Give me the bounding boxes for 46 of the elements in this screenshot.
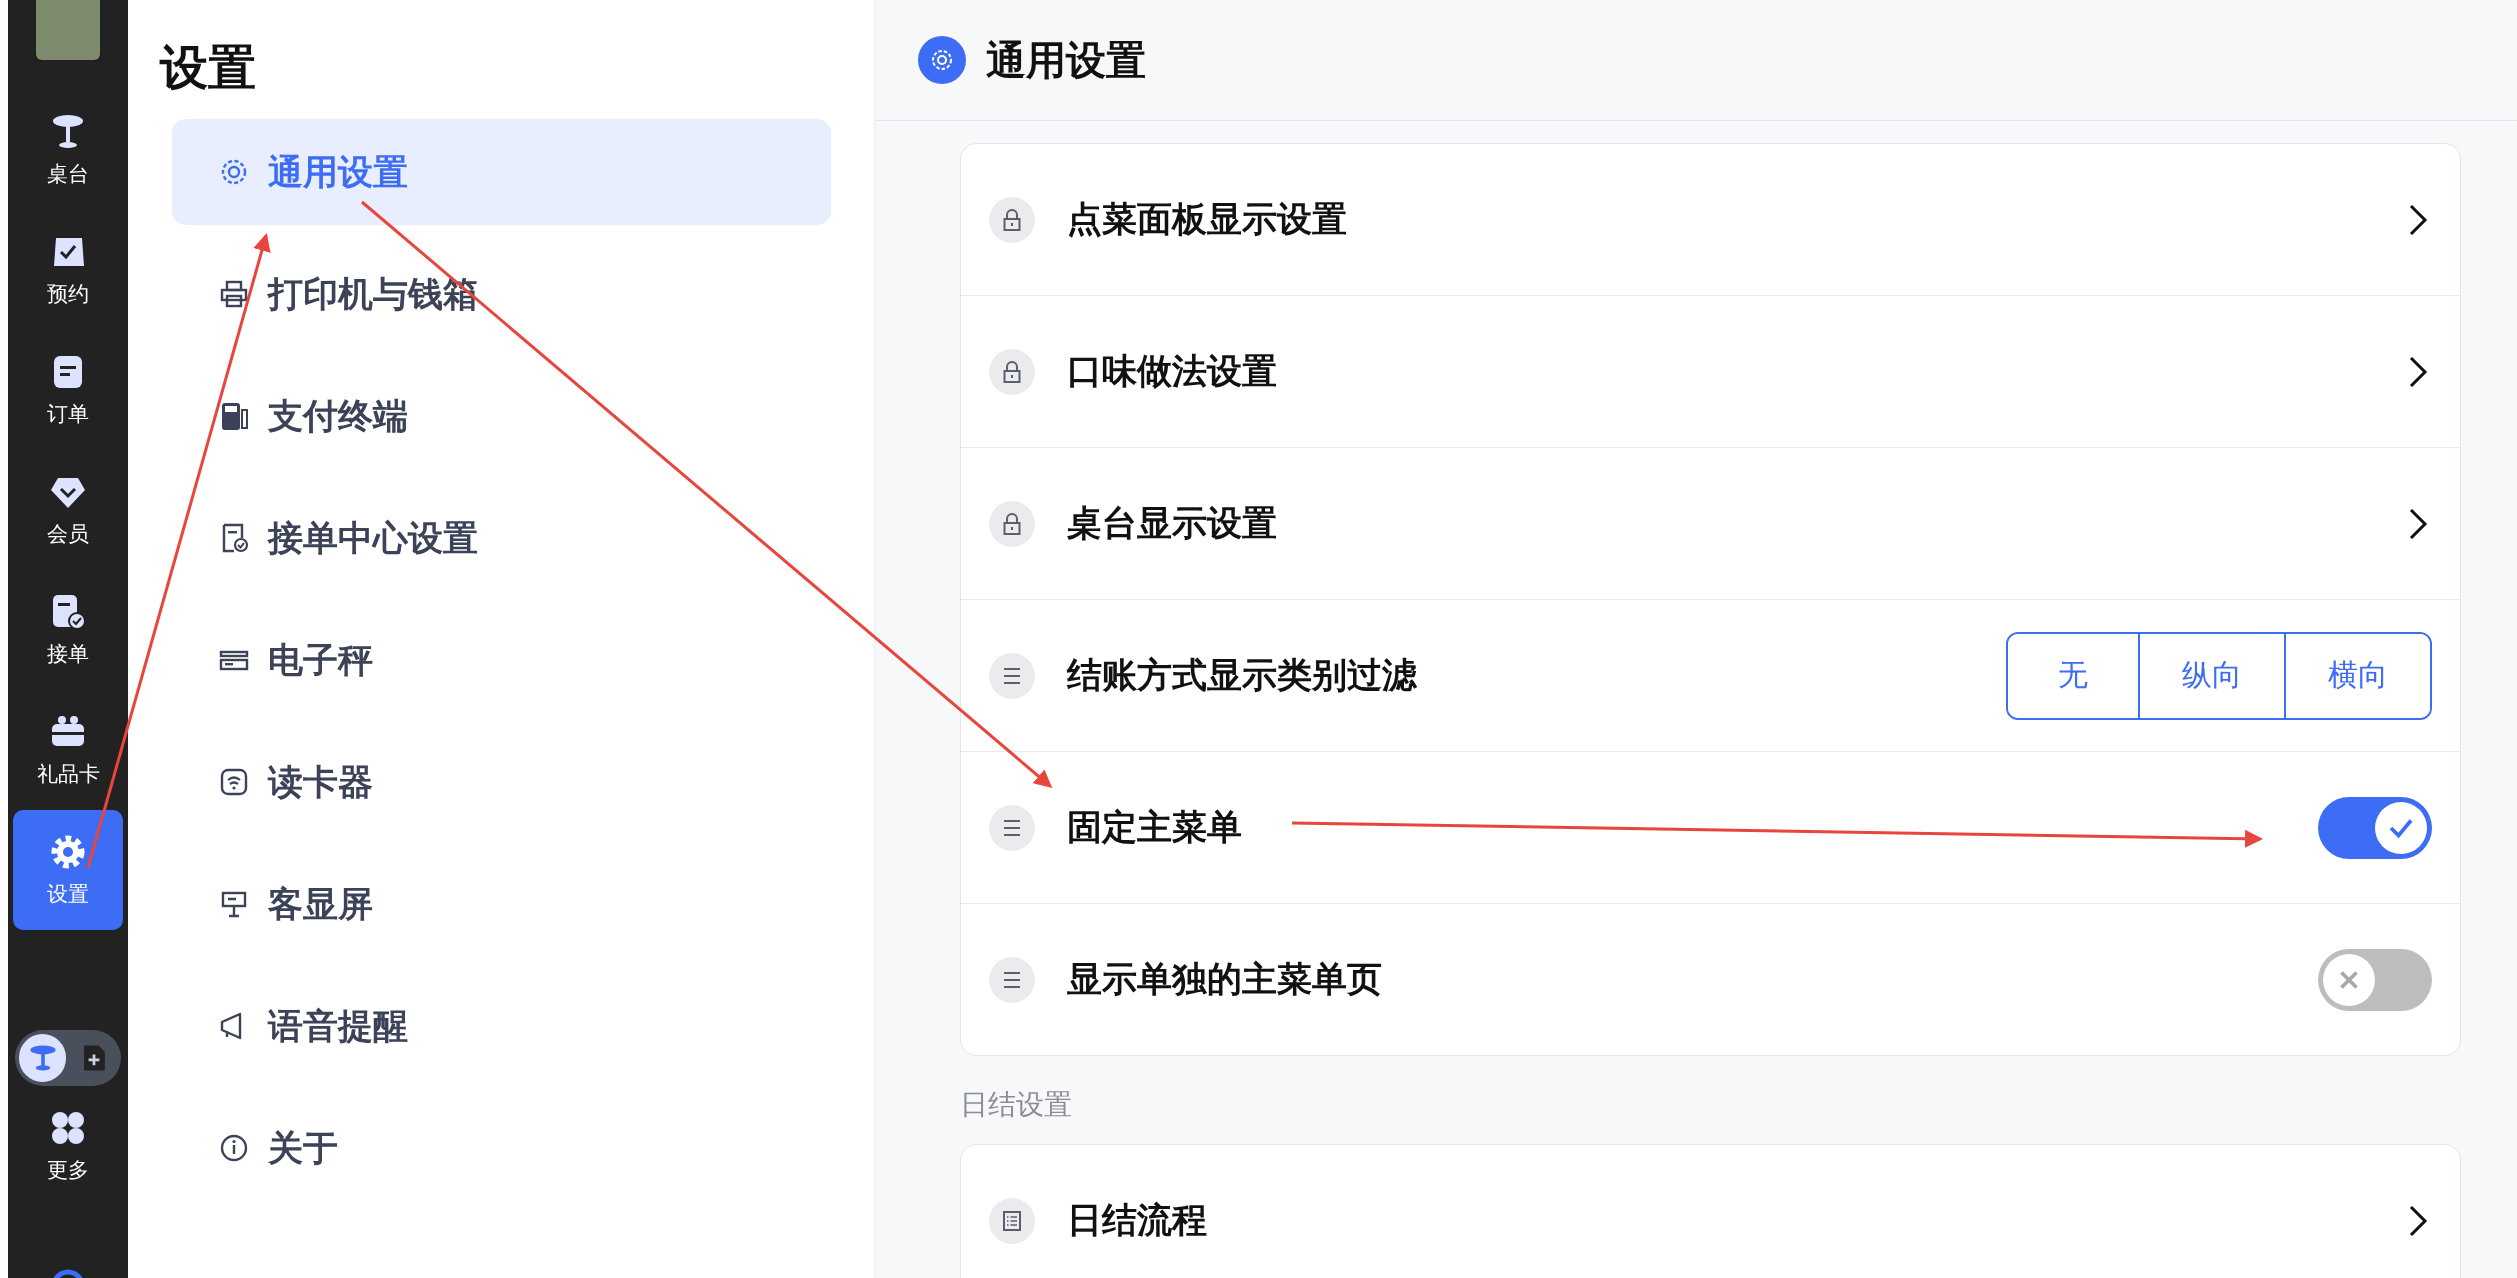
mode-switch[interactable] — [15, 1030, 121, 1086]
sidebar-item[interactable]: 接单中心设置 — [172, 485, 831, 591]
sidebar-item[interactable]: 支付终端 — [172, 363, 831, 469]
sidebar-item[interactable]: 语音提醒 — [172, 973, 831, 1079]
section-title: 日结设置 — [960, 1087, 1073, 1123]
mode-option[interactable] — [19, 1034, 66, 1082]
nav-item[interactable]: 桌台 — [13, 90, 123, 210]
sidebar-item[interactable]: 通用设置 — [172, 119, 831, 225]
page-title: 设置 — [160, 38, 257, 97]
lock-icon — [989, 196, 1035, 243]
more-button[interactable]: 更多 — [13, 1086, 123, 1206]
nav-item[interactable]: 会员 — [13, 450, 123, 570]
setting-label: 桌台显示设置 — [1067, 502, 1277, 545]
setting-label: 日结流程 — [1067, 1199, 1207, 1242]
nav-item[interactable]: 礼品卡 — [13, 690, 123, 810]
sidebar-item[interactable]: 读卡器 — [172, 729, 831, 835]
gear-icon — [918, 36, 966, 84]
wireless-card-icon — [218, 766, 250, 798]
list-icon — [989, 1197, 1035, 1244]
menu-lines-icon — [989, 956, 1035, 1003]
segmented-control[interactable]: 无 纵向 横向 — [2006, 631, 2432, 720]
chevron-right-icon[interactable] — [2408, 354, 2428, 389]
chevron-right-icon[interactable] — [2408, 506, 2428, 541]
menu-lines-icon — [989, 652, 1035, 699]
info-icon — [218, 1132, 250, 1164]
lock-icon — [989, 348, 1035, 395]
sidebar-item[interactable]: 电子秤 — [172, 607, 831, 713]
setting-label: 固定主菜单 — [1067, 806, 1242, 849]
nav-item[interactable]: 设置 — [13, 810, 123, 930]
setting-label: 显示单独的主菜单页 — [1067, 958, 1382, 1001]
page-header: 通用设置 — [875, 0, 2517, 121]
menu-lines-icon — [989, 804, 1035, 851]
sidebar-item[interactable]: 客显屏 — [172, 851, 831, 957]
setting-label: 结账方式显示类别过滤 — [1067, 654, 1417, 697]
chevron-right-icon[interactable] — [2408, 1203, 2428, 1238]
nav-item[interactable]: 订单 — [13, 330, 123, 450]
nav-item[interactable]: 接单 — [13, 570, 123, 690]
lock-icon — [989, 500, 1035, 547]
segment-option[interactable]: 横向 — [2284, 633, 2430, 718]
chevron-right-icon[interactable] — [2408, 202, 2428, 237]
setting-label: 点菜面板显示设置 — [1067, 198, 1347, 241]
setting-label: 口味做法设置 — [1067, 350, 1277, 393]
printer-icon — [218, 278, 250, 310]
sidebar-item[interactable]: 关于 — [172, 1095, 831, 1201]
nav-item[interactable]: 预约 — [13, 210, 123, 330]
photo-placeholder — [36, 0, 100, 60]
